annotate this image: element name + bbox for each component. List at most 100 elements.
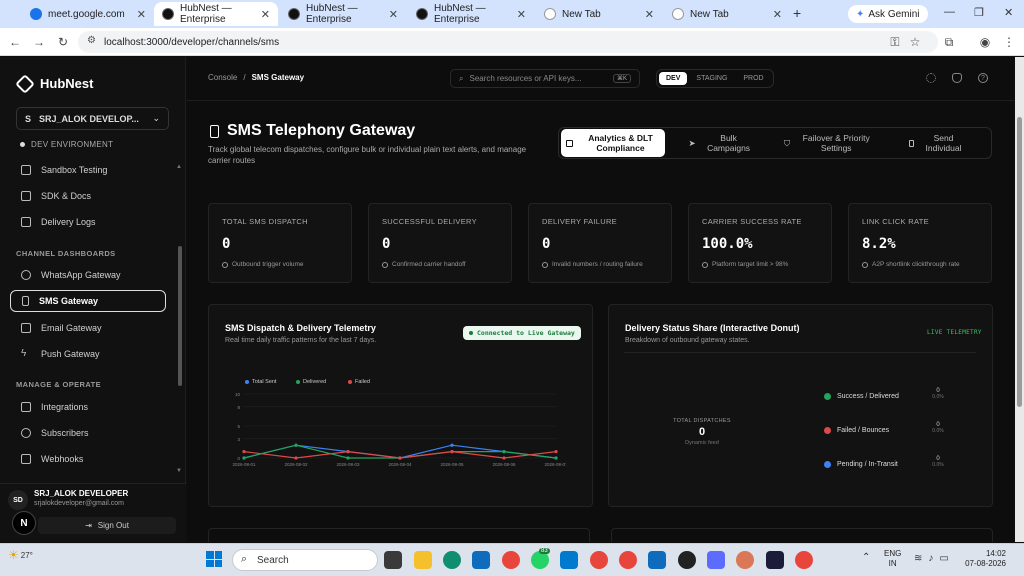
legend-item[interactable]: Failed — [348, 379, 370, 385]
sidebar-item-whatsapp[interactable]: WhatsApp Gateway — [16, 264, 166, 286]
browser-tab-active[interactable]: HubNest — Enterprise ✕ — [154, 2, 278, 26]
url-field[interactable]: ⚙ localhost:3000/developer/channels/sms — [78, 31, 938, 53]
profile-icon[interactable]: ◉ — [976, 33, 994, 51]
tab-failover[interactable]: ⛉ Failover & Priority Settings — [777, 129, 881, 157]
reload-icon[interactable]: ↻ — [54, 33, 72, 51]
chrome-menu-icon[interactable]: ⋮ — [1000, 33, 1018, 51]
password-key-icon[interactable]: ⚿ — [886, 33, 904, 51]
edge-icon[interactable] — [443, 551, 461, 569]
weather-widget[interactable]: ☀ 27° — [8, 548, 33, 562]
sign-out-button[interactable]: ⇥ Sign Out — [38, 517, 176, 534]
legend-item[interactable]: Total Sent — [245, 379, 276, 385]
ask-gemini-button[interactable]: ✦ Ask Gemini — [848, 5, 928, 23]
close-tab-icon[interactable]: ✕ — [389, 8, 398, 21]
scroll-thumb[interactable] — [178, 246, 182, 386]
workspace-selector[interactable]: S SRJ_ALOK DEVELOP... ⌄ — [16, 107, 169, 130]
browser-tab[interactable]: HubNest — Enterprise ✕ — [280, 2, 406, 26]
file-explorer-icon[interactable] — [414, 551, 432, 569]
tab-send-individual[interactable]: Send Individual — [885, 129, 989, 157]
bell-icon[interactable] — [952, 73, 962, 83]
minimize-icon[interactable]: — — [944, 6, 955, 18]
series-line — [243, 444, 557, 459]
new-tab-plus-icon[interactable]: + — [793, 5, 801, 21]
chrome-icon[interactable] — [795, 551, 813, 569]
close-tab-icon[interactable]: ✕ — [645, 8, 654, 21]
sidebar-item-email[interactable]: Email Gateway — [16, 317, 166, 339]
breadcrumb-console[interactable]: Console — [208, 73, 237, 82]
tab-bulk-campaigns[interactable]: ➤ Bulk Campaigns — [669, 129, 773, 157]
scroll-thumb[interactable] — [1017, 117, 1022, 407]
sidebar-item-push[interactable]: ϟ Push Gateway — [16, 343, 166, 365]
donut-value: 0 0.0% — [932, 422, 944, 434]
chrome-icon[interactable] — [619, 551, 637, 569]
sidebar-item-sdk[interactable]: SDK & Docs — [16, 185, 166, 207]
live-telemetry-tag: LIVE TELEMETRY — [927, 329, 982, 336]
sidebar-item-sms[interactable]: SMS Gateway — [10, 290, 166, 312]
sidebar-item-sandbox[interactable]: Sandbox Testing — [16, 159, 166, 181]
legend-item[interactable]: Delivered — [296, 379, 326, 385]
close-tab-icon[interactable]: ✕ — [261, 8, 270, 21]
vscode-icon[interactable] — [560, 551, 578, 569]
telemetry-line-chart[interactable]: 10 8 5 3 02026-08-01 2026-08-02 2026-08-03 2026… — [226, 388, 566, 470]
forward-icon[interactable]: → — [30, 33, 48, 51]
sidebar-item-subscribers[interactable]: Subscribers — [16, 422, 166, 444]
sidebar-item-webhooks[interactable]: Webhooks — [16, 448, 166, 470]
env-staging-tab[interactable]: STAGING — [689, 72, 734, 85]
env-prod-tab[interactable]: PROD — [736, 72, 770, 85]
browser-tab[interactable]: meet.google.com ✕ — [22, 2, 154, 26]
back-icon[interactable]: ← — [6, 33, 24, 51]
site-info-icon[interactable]: ⚙ — [87, 35, 96, 46]
next-dev-badge[interactable]: N — [12, 511, 36, 535]
chatgpt-icon[interactable] — [678, 551, 696, 569]
x-tick-label: 2026-08-07 — [544, 462, 566, 467]
chrome-icon[interactable] — [502, 551, 520, 569]
scroll-up-icon[interactable]: ▲ — [176, 164, 182, 170]
brand-logo[interactable]: HubNest — [15, 73, 93, 94]
windows-start-icon[interactable] — [206, 551, 222, 567]
browser-tab[interactable]: New Tab ✕ — [536, 2, 662, 26]
bookmark-star-icon[interactable]: ☆ — [906, 33, 924, 51]
close-tab-icon[interactable]: ✕ — [517, 8, 526, 21]
donut-legend-item[interactable]: Success / Delivered — [824, 393, 899, 400]
donut-legend-item[interactable]: Pending / In-Transit — [824, 461, 898, 468]
avatar[interactable]: SD — [8, 490, 28, 510]
maximize-icon[interactable]: ❐ — [974, 6, 984, 19]
clock[interactable]: 14:02 07-08-2026 — [962, 549, 1006, 569]
environment-switcher: DEV STAGING PROD — [656, 69, 774, 88]
app-icon[interactable] — [707, 551, 725, 569]
x-tick-label: 2026-08-06 — [492, 462, 516, 467]
close-tab-icon[interactable]: ✕ — [773, 8, 782, 21]
close-tab-icon[interactable]: ✕ — [137, 8, 146, 21]
browser-tab[interactable]: New Tab ✕ — [664, 2, 790, 26]
claude-icon[interactable] — [736, 551, 754, 569]
app-icon[interactable] — [766, 551, 784, 569]
tray-expand-icon[interactable]: ⌃ — [862, 552, 870, 563]
language-indicator[interactable]: ENG IN — [884, 549, 901, 569]
search-input[interactable]: ⌕ Search resources or API keys... ⌘K — [450, 69, 640, 88]
taskbar-search[interactable]: ⌕ Search — [232, 549, 378, 571]
theme-toggle-icon[interactable] — [926, 73, 936, 83]
scroll-down-icon[interactable]: ▼ — [176, 468, 182, 474]
book-icon — [21, 191, 31, 201]
wifi-volume-battery-icons[interactable]: ≋♪▭ — [914, 553, 955, 564]
mail-icon — [21, 323, 31, 333]
hubnest-logo-icon — [15, 73, 35, 94]
sidebar-item-logs[interactable]: Delivery Logs — [16, 211, 166, 233]
store-icon[interactable] — [472, 551, 490, 569]
env-dev-tab[interactable]: DEV — [659, 72, 688, 85]
y-tick-label: 5 — [237, 424, 240, 429]
app-icon[interactable] — [648, 551, 666, 569]
tab-analytics[interactable]: Analytics & DLT Compliance — [561, 129, 665, 157]
data-point — [242, 456, 246, 460]
sidebar-item-integrations[interactable]: Integrations — [16, 396, 166, 418]
task-view-icon[interactable] — [384, 551, 402, 569]
sidebar-scrollbar[interactable]: ▲ ▼ — [176, 164, 184, 476]
page-scrollbar[interactable] — [1015, 57, 1024, 542]
next-card-edge — [208, 528, 590, 542]
close-window-icon[interactable]: ✕ — [1004, 6, 1013, 19]
chrome-icon[interactable] — [590, 551, 608, 569]
help-icon[interactable]: ? — [978, 73, 988, 83]
extensions-icon[interactable]: ⧉ — [940, 33, 958, 51]
browser-tab[interactable]: HubNest — Enterprise ✕ — [408, 2, 534, 26]
donut-legend-item[interactable]: Failed / Bounces — [824, 427, 889, 434]
